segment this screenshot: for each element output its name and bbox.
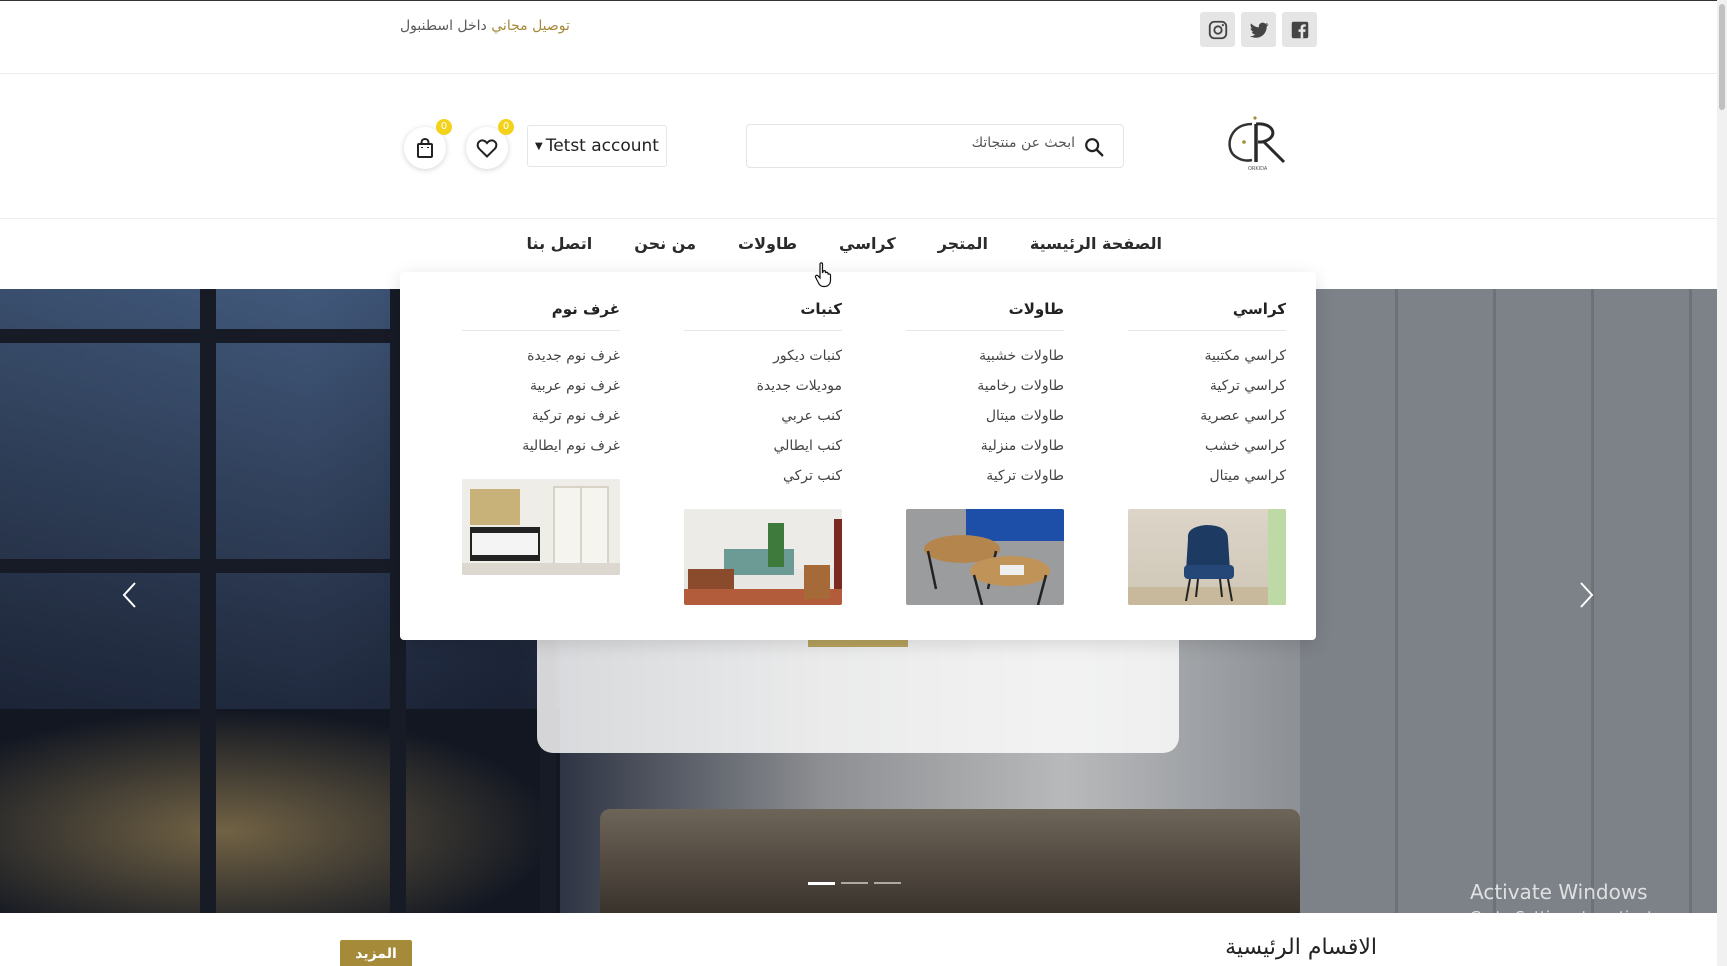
hand-pointer-icon [814, 262, 832, 288]
delivery-notice: توصيل مجاني داخل اسطنبول [400, 18, 570, 34]
account-label: Tetst account [545, 136, 659, 156]
watermark-line-2: Go to Settings to activate Windows. [1470, 908, 1663, 944]
slider-dots [808, 882, 901, 885]
svg-text:ORKIDA: ORKIDA [1248, 166, 1268, 172]
facebook-icon [1291, 21, 1308, 38]
mega-link[interactable]: طاولات رخامية [906, 375, 1064, 405]
caret-down-icon: ▼ [535, 140, 543, 152]
cart-count-badge: 0 [436, 119, 452, 135]
mega-link[interactable]: غرف نوم عربية [462, 375, 620, 405]
chevron-right-icon [1580, 582, 1594, 608]
delivery-accent-text: توصيل مجاني [491, 18, 570, 34]
mega-link[interactable]: كراسي ميتال [1128, 465, 1286, 495]
watermark-line-1: Activate Windows [1470, 880, 1648, 904]
slider-dot[interactable] [841, 882, 868, 884]
mega-column-tables: طاولات طاولات خشبية طاولات رخامية طاولات… [906, 300, 1064, 605]
twitter-link[interactable] [1241, 12, 1276, 47]
mega-link[interactable]: طاولات تركية [906, 465, 1064, 495]
mega-link[interactable]: كراسي عصرية [1128, 405, 1286, 435]
mega-link[interactable]: كراسي مكتبية [1128, 345, 1286, 375]
nav-item-store[interactable]: المتجر [938, 234, 988, 253]
mega-link[interactable]: كنبات ديكور [684, 345, 842, 375]
nav-item-chairs[interactable]: كراسي [839, 234, 896, 253]
tables-thumbnail[interactable] [906, 509, 1064, 605]
mega-link[interactable]: غرف نوم تركية [462, 405, 620, 435]
site-header: ORKIDA ▼ Tetst account 0 0 [0, 74, 1717, 219]
mega-link[interactable]: كنب عربي [684, 405, 842, 435]
categories-section: الاقسام الرئيسية المزيد [0, 913, 1717, 966]
mega-link[interactable]: طاولات خشبية [906, 345, 1064, 375]
top-bar: توصيل مجاني داخل اسطنبول [0, 0, 1717, 74]
mega-column-bedrooms: غرف نوم غرف نوم جديدة غرف نوم عربية غرف … [462, 300, 620, 575]
mega-column-chairs: كراسي كراسي مكتبية كراسي تركية كراسي عصر… [1128, 300, 1286, 605]
chairs-thumbnail[interactable] [1128, 509, 1286, 605]
slider-dot[interactable] [874, 882, 901, 884]
scrollbar-thumb[interactable] [1719, 4, 1725, 110]
logo-mark-icon: ORKIDA [1228, 116, 1286, 172]
instagram-icon [1208, 20, 1227, 39]
slider-dot[interactable] [808, 882, 835, 885]
mega-link[interactable]: غرف نوم ايطالية [462, 435, 620, 465]
sofas-thumbnail[interactable] [684, 509, 842, 605]
mega-link[interactable]: موديلات جديدة [684, 375, 842, 405]
social-links [1200, 12, 1317, 47]
heart-icon [476, 139, 498, 158]
twitter-icon [1249, 22, 1269, 38]
site-logo[interactable]: ORKIDA [1222, 114, 1298, 172]
activation-watermark: Activate Windows Go to Settings to activ… [1470, 880, 1727, 944]
bedrooms-thumbnail[interactable] [462, 479, 620, 575]
mega-column-sofas: كنبات كنبات ديكور موديلات جديدة كنب عربي… [684, 300, 842, 605]
mega-column-title[interactable]: طاولات [906, 300, 1064, 331]
more-button[interactable]: المزيد [340, 940, 412, 966]
mega-column-title[interactable]: غرف نوم [462, 300, 620, 331]
mega-column-title[interactable]: كراسي [1128, 300, 1286, 331]
section-title: الاقسام الرئيسية [1225, 935, 1377, 960]
mega-link[interactable]: طاولات منزلية [906, 435, 1064, 465]
search-input[interactable] [775, 135, 1075, 151]
search-icon[interactable] [1083, 136, 1105, 158]
mega-menu: كراسي كراسي مكتبية كراسي تركية كراسي عصر… [400, 272, 1316, 640]
mega-link[interactable]: كنب ايطالي [684, 435, 842, 465]
mega-link[interactable]: كراسي خشب [1128, 435, 1286, 465]
search-box [746, 124, 1124, 168]
nav-item-tables[interactable]: طاولات [738, 234, 797, 253]
mega-link[interactable]: طاولات ميتال [906, 405, 1064, 435]
mega-column-title[interactable]: كنبات [684, 300, 842, 331]
chevron-left-icon [122, 582, 136, 608]
facebook-link[interactable] [1282, 12, 1317, 47]
hero-city-lights [0, 709, 560, 913]
delivery-rest-text: داخل اسطنبول [400, 18, 492, 34]
mega-link[interactable]: كراسي تركية [1128, 375, 1286, 405]
page-scrollbar[interactable] [1717, 0, 1727, 966]
account-dropdown[interactable]: ▼ Tetst account [527, 125, 667, 167]
instagram-link[interactable] [1200, 12, 1235, 47]
hero-wall-panels [1300, 289, 1717, 913]
slider-prev-button[interactable] [118, 581, 142, 609]
nav-item-home[interactable]: الصفحة الرئيسية [1030, 234, 1162, 253]
wishlist-count-badge: 0 [498, 119, 514, 135]
wishlist-button[interactable]: 0 [466, 119, 514, 169]
mega-link[interactable]: كنب تركي [684, 465, 842, 495]
mega-link[interactable]: غرف نوم جديدة [462, 345, 620, 375]
nav-item-about[interactable]: من نحن [634, 234, 696, 253]
nav-item-contact[interactable]: اتصل بنا [527, 234, 593, 253]
hero-sofa [600, 809, 1300, 913]
shopping-bag-icon [417, 137, 433, 158]
cart-button[interactable]: 0 [404, 119, 452, 169]
slider-next-button[interactable] [1574, 581, 1598, 609]
